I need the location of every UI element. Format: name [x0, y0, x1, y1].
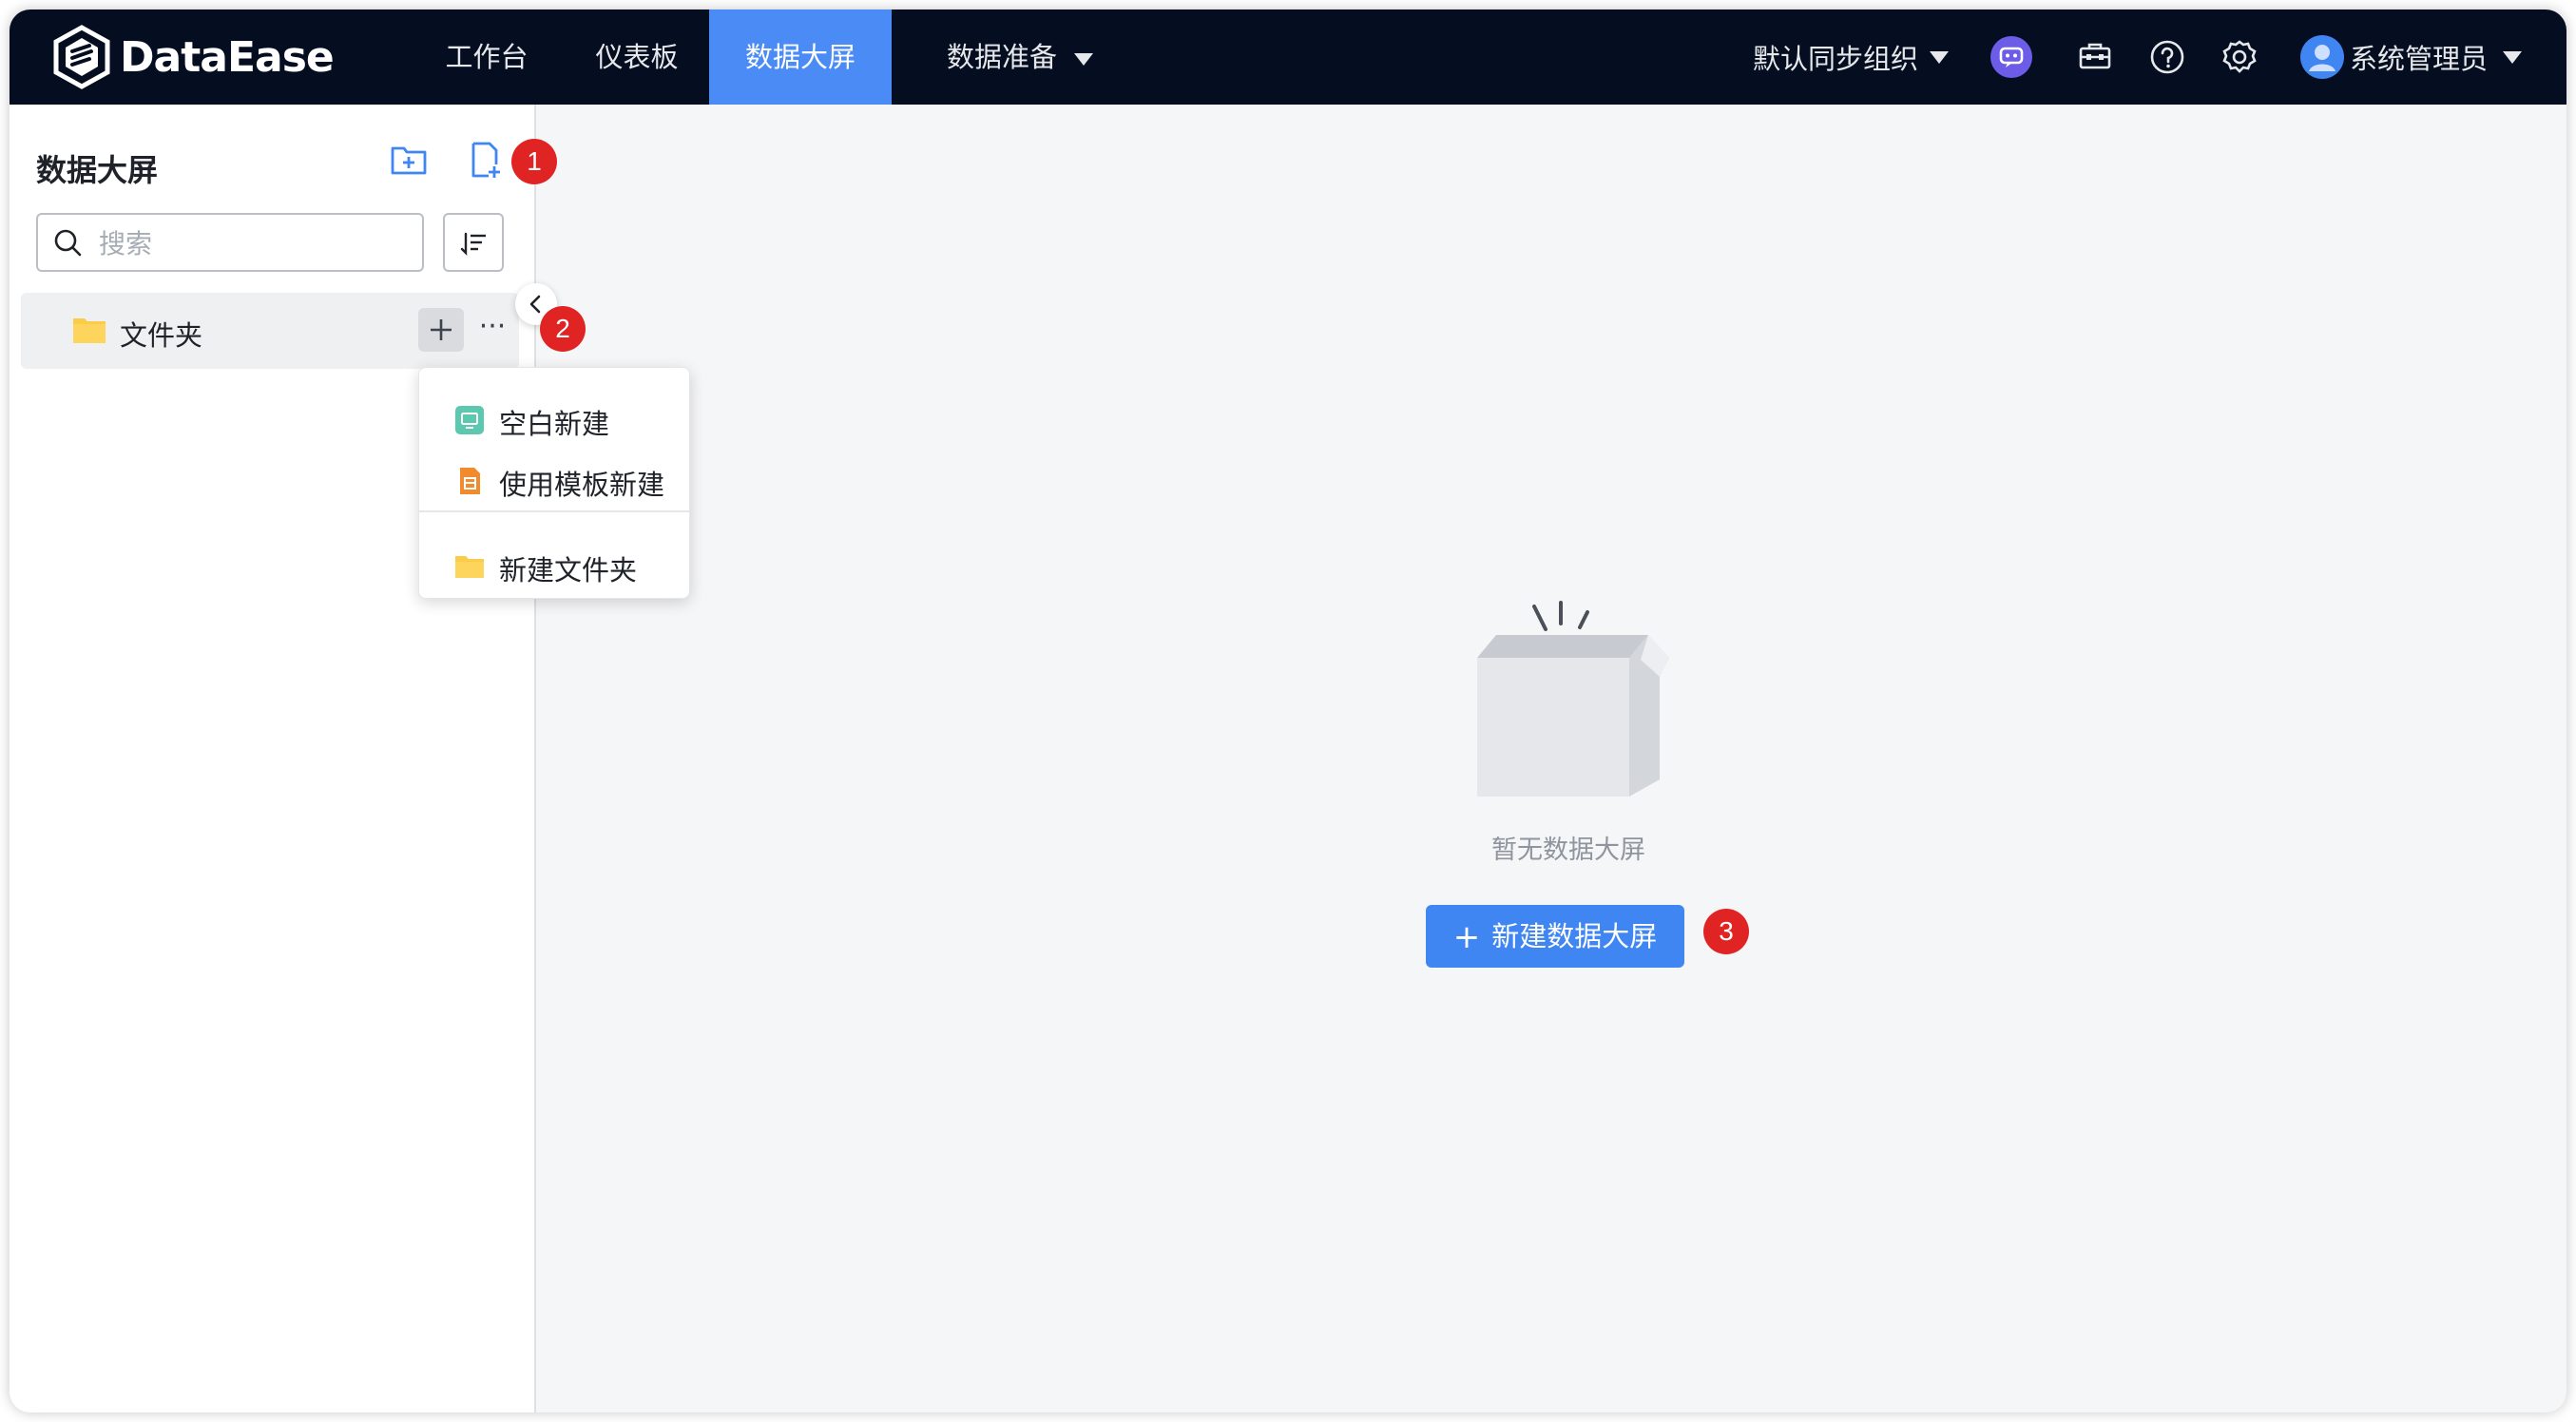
- empty-state-text: 暂无数据大屏: [1491, 836, 1645, 865]
- logo-text: DataEase: [120, 32, 335, 82]
- logo[interactable]: DataEase: [51, 23, 335, 91]
- menu-item-label: 使用模板新建: [499, 469, 665, 501]
- ai-chat-icon[interactable]: [1990, 36, 2032, 78]
- dataease-logo-icon: [53, 25, 110, 89]
- new-file-icon[interactable]: [464, 139, 506, 181]
- help-icon[interactable]: [2146, 36, 2188, 78]
- top-navbar: DataEase 工作台 仪表板 数据大屏 数据准备 默认同步组织 系统管理员: [10, 10, 2566, 105]
- menu-item-new-folder[interactable]: 新建文件夹: [419, 539, 689, 592]
- plus-icon: [431, 319, 452, 340]
- folder-icon: [73, 318, 106, 343]
- step-badge-3: 3: [1703, 909, 1749, 954]
- user-menu[interactable]: 系统管理员: [2300, 10, 2523, 105]
- org-label: 默认同步组织: [1753, 43, 1919, 75]
- menu-divider: [419, 510, 689, 512]
- gear-icon[interactable]: [2219, 36, 2260, 78]
- chevron-down-icon: [1074, 52, 1093, 66]
- sort-button[interactable]: [443, 213, 504, 272]
- blank-screen-icon: [455, 406, 484, 434]
- nav-dashboard[interactable]: 仪表板: [570, 10, 703, 105]
- search-input[interactable]: [97, 222, 414, 264]
- toolbox-icon[interactable]: [2074, 36, 2116, 78]
- tree-item-label: 文件夹: [120, 319, 203, 352]
- nav-data-screen[interactable]: 数据大屏: [709, 10, 892, 105]
- create-data-screen-button[interactable]: + 新建数据大屏: [1426, 905, 1684, 968]
- search-icon: [54, 229, 82, 257]
- nav-workbench-label: 工作台: [445, 41, 529, 73]
- more-icon[interactable]: ···: [473, 308, 511, 352]
- chevron-down-icon: [1930, 50, 1950, 64]
- org-switcher[interactable]: 默认同步组织: [1753, 10, 1950, 105]
- sidebar: 数据大屏 搜索 文件夹 ···: [10, 105, 557, 1412]
- chevron-down-icon: [2503, 50, 2523, 64]
- new-folder-icon[interactable]: [388, 139, 430, 181]
- menu-item-label: 空白新建: [499, 408, 610, 440]
- menu-item-blank-create[interactable]: 空白新建: [419, 393, 689, 446]
- plus-icon: +: [1452, 918, 1481, 956]
- menu-item-label: 新建文件夹: [499, 554, 638, 586]
- sort-icon: [460, 232, 486, 256]
- search-input-wrapper: [36, 213, 424, 272]
- nav-data-prep[interactable]: 数据准备: [920, 10, 1120, 105]
- nav-data-screen-label: 数据大屏: [744, 41, 855, 73]
- template-icon: [460, 468, 480, 494]
- nav-workbench[interactable]: 工作台: [420, 10, 553, 105]
- avatar: [2300, 35, 2344, 79]
- tree-item-folder[interactable]: 文件夹 ···: [21, 293, 519, 369]
- create-dropdown-menu: 空白新建 使用模板新建 新建文件夹: [418, 367, 690, 599]
- step-badge-1: 1: [511, 139, 557, 184]
- menu-item-template-create[interactable]: 使用模板新建: [419, 453, 689, 507]
- user-name: 系统管理员: [2350, 43, 2489, 75]
- folder-icon: [455, 556, 484, 578]
- nav-data-prep-label: 数据准备: [946, 41, 1057, 73]
- step-badge-2: 2: [540, 306, 586, 352]
- empty-box-illustration: [1477, 601, 1669, 797]
- add-button[interactable]: [418, 308, 464, 352]
- create-data-screen-label: 新建数据大屏: [1491, 920, 1658, 952]
- app-window: DataEase 工作台 仪表板 数据大屏 数据准备 默认同步组织 系统管理员 …: [10, 10, 2566, 1412]
- nav-dashboard-label: 仪表板: [595, 41, 679, 73]
- sidebar-title: 数据大屏: [36, 152, 159, 188]
